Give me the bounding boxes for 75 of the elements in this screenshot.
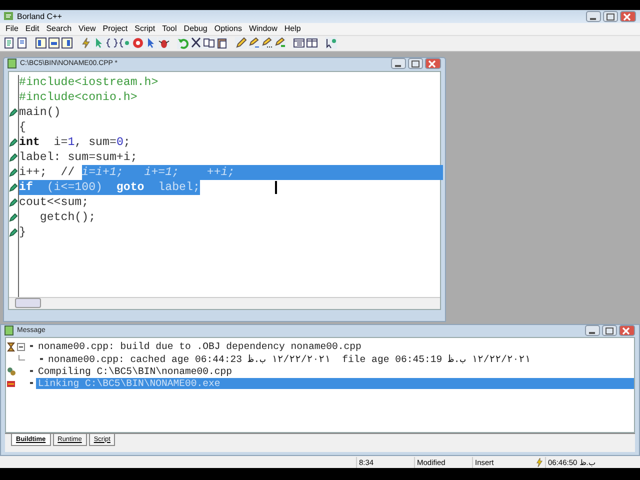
window-icon[interactable]: [306, 37, 318, 50]
copy-icon[interactable]: [203, 37, 215, 50]
menu-item[interactable]: Tool: [158, 24, 180, 34]
window-title: Borland C++: [17, 12, 62, 21]
collapse-toggle-icon[interactable]: [17, 342, 25, 351]
bug-icon[interactable]: [158, 37, 170, 50]
close-button[interactable]: [620, 10, 636, 22]
file-icon: [7, 58, 17, 70]
code-text: , sum=: [74, 134, 116, 150]
code-text: #include<iostream.h>: [19, 74, 158, 90]
minimize-button[interactable]: [586, 10, 601, 22]
tree-line-icon: [16, 355, 26, 364]
code-text: {: [19, 120, 26, 135]
brace-icon[interactable]: [119, 37, 131, 50]
code-text: label;: [144, 180, 200, 195]
message-line[interactable]: noname00.cpp: cached age 06:44:23 ١٢/٢٢/٢٠٢١ ب.ظ file age 06:45:19 ١٢/٢٢/٢٠٢١ ب.ظ: [46, 354, 533, 365]
menu-item[interactable]: Debug: [180, 24, 211, 34]
maximize-button[interactable]: [602, 325, 617, 336]
code-text: }: [19, 224, 26, 240]
menu-item[interactable]: File: [2, 24, 22, 34]
stop-icon[interactable]: [132, 37, 144, 50]
page-icon[interactable]: [61, 37, 73, 50]
menu-item[interactable]: Script: [131, 24, 159, 34]
code-text: if: [19, 180, 33, 195]
message-line[interactable]: Compiling C:\BC5\BIN\noname00.cpp: [36, 366, 234, 377]
code-text: 100: [74, 180, 96, 195]
code-text: label: sum=sum+i;: [19, 150, 138, 165]
pencil-icon[interactable]: [274, 37, 286, 50]
minimize-button[interactable]: [391, 58, 406, 70]
message-line[interactable]: noname00.cpp: build due to .OBJ dependency noname00.cpp: [36, 341, 364, 352]
page-icon[interactable]: [48, 37, 60, 50]
chain-icon: [6, 378, 16, 389]
window-icon[interactable]: [293, 37, 305, 50]
text-cursor: [275, 180, 277, 194]
code-text: 1: [68, 134, 75, 150]
menu-item[interactable]: Window: [245, 24, 281, 34]
cursor-icon[interactable]: [145, 37, 157, 50]
lightning-icon[interactable]: [80, 37, 92, 50]
app-icon: [3, 10, 14, 22]
bullet-icon: [28, 380, 34, 386]
menu-item[interactable]: Help: [280, 24, 304, 34]
horizontal-scrollbar[interactable]: [9, 296, 440, 309]
code-text: #include<conio.h>: [19, 90, 138, 105]
lightning-icon: [535, 458, 543, 467]
paste-icon[interactable]: [216, 37, 228, 50]
pencil-icon[interactable]: [261, 37, 273, 50]
maximize-button[interactable]: [603, 10, 618, 22]
menu-item[interactable]: View: [75, 24, 100, 34]
code-text: int: [19, 134, 40, 150]
pencil-icon[interactable]: [235, 37, 247, 50]
code-text: getch();: [38, 210, 96, 225]
code-text: main(): [19, 104, 61, 120]
menu-item[interactable]: Search: [42, 24, 76, 34]
gears-icon: [6, 366, 16, 376]
code-text: cout<<sum;: [19, 194, 89, 210]
hourglass-icon: [6, 342, 16, 352]
menu-item[interactable]: Project: [99, 24, 132, 34]
window-icon: [4, 325, 14, 336]
pencil-icon[interactable]: [248, 37, 260, 50]
code-text: ;: [123, 134, 130, 150]
brace-icon[interactable]: [106, 37, 118, 50]
maximize-button[interactable]: [408, 58, 423, 70]
code-text: 0: [116, 134, 124, 150]
menu-item[interactable]: Options: [210, 24, 246, 34]
minimize-button[interactable]: [585, 325, 600, 336]
code-text: i=: [52, 134, 68, 150]
code-text: goto: [116, 180, 144, 195]
document-icon[interactable]: [16, 37, 28, 50]
code-text: (i<=: [32, 180, 75, 195]
code-text: i++; //: [19, 164, 76, 180]
document-icon[interactable]: [3, 37, 15, 50]
menu-item[interactable]: Edit: [22, 24, 43, 34]
close-button[interactable]: [425, 58, 441, 70]
close-button[interactable]: [619, 325, 635, 336]
page-icon[interactable]: [35, 37, 47, 50]
